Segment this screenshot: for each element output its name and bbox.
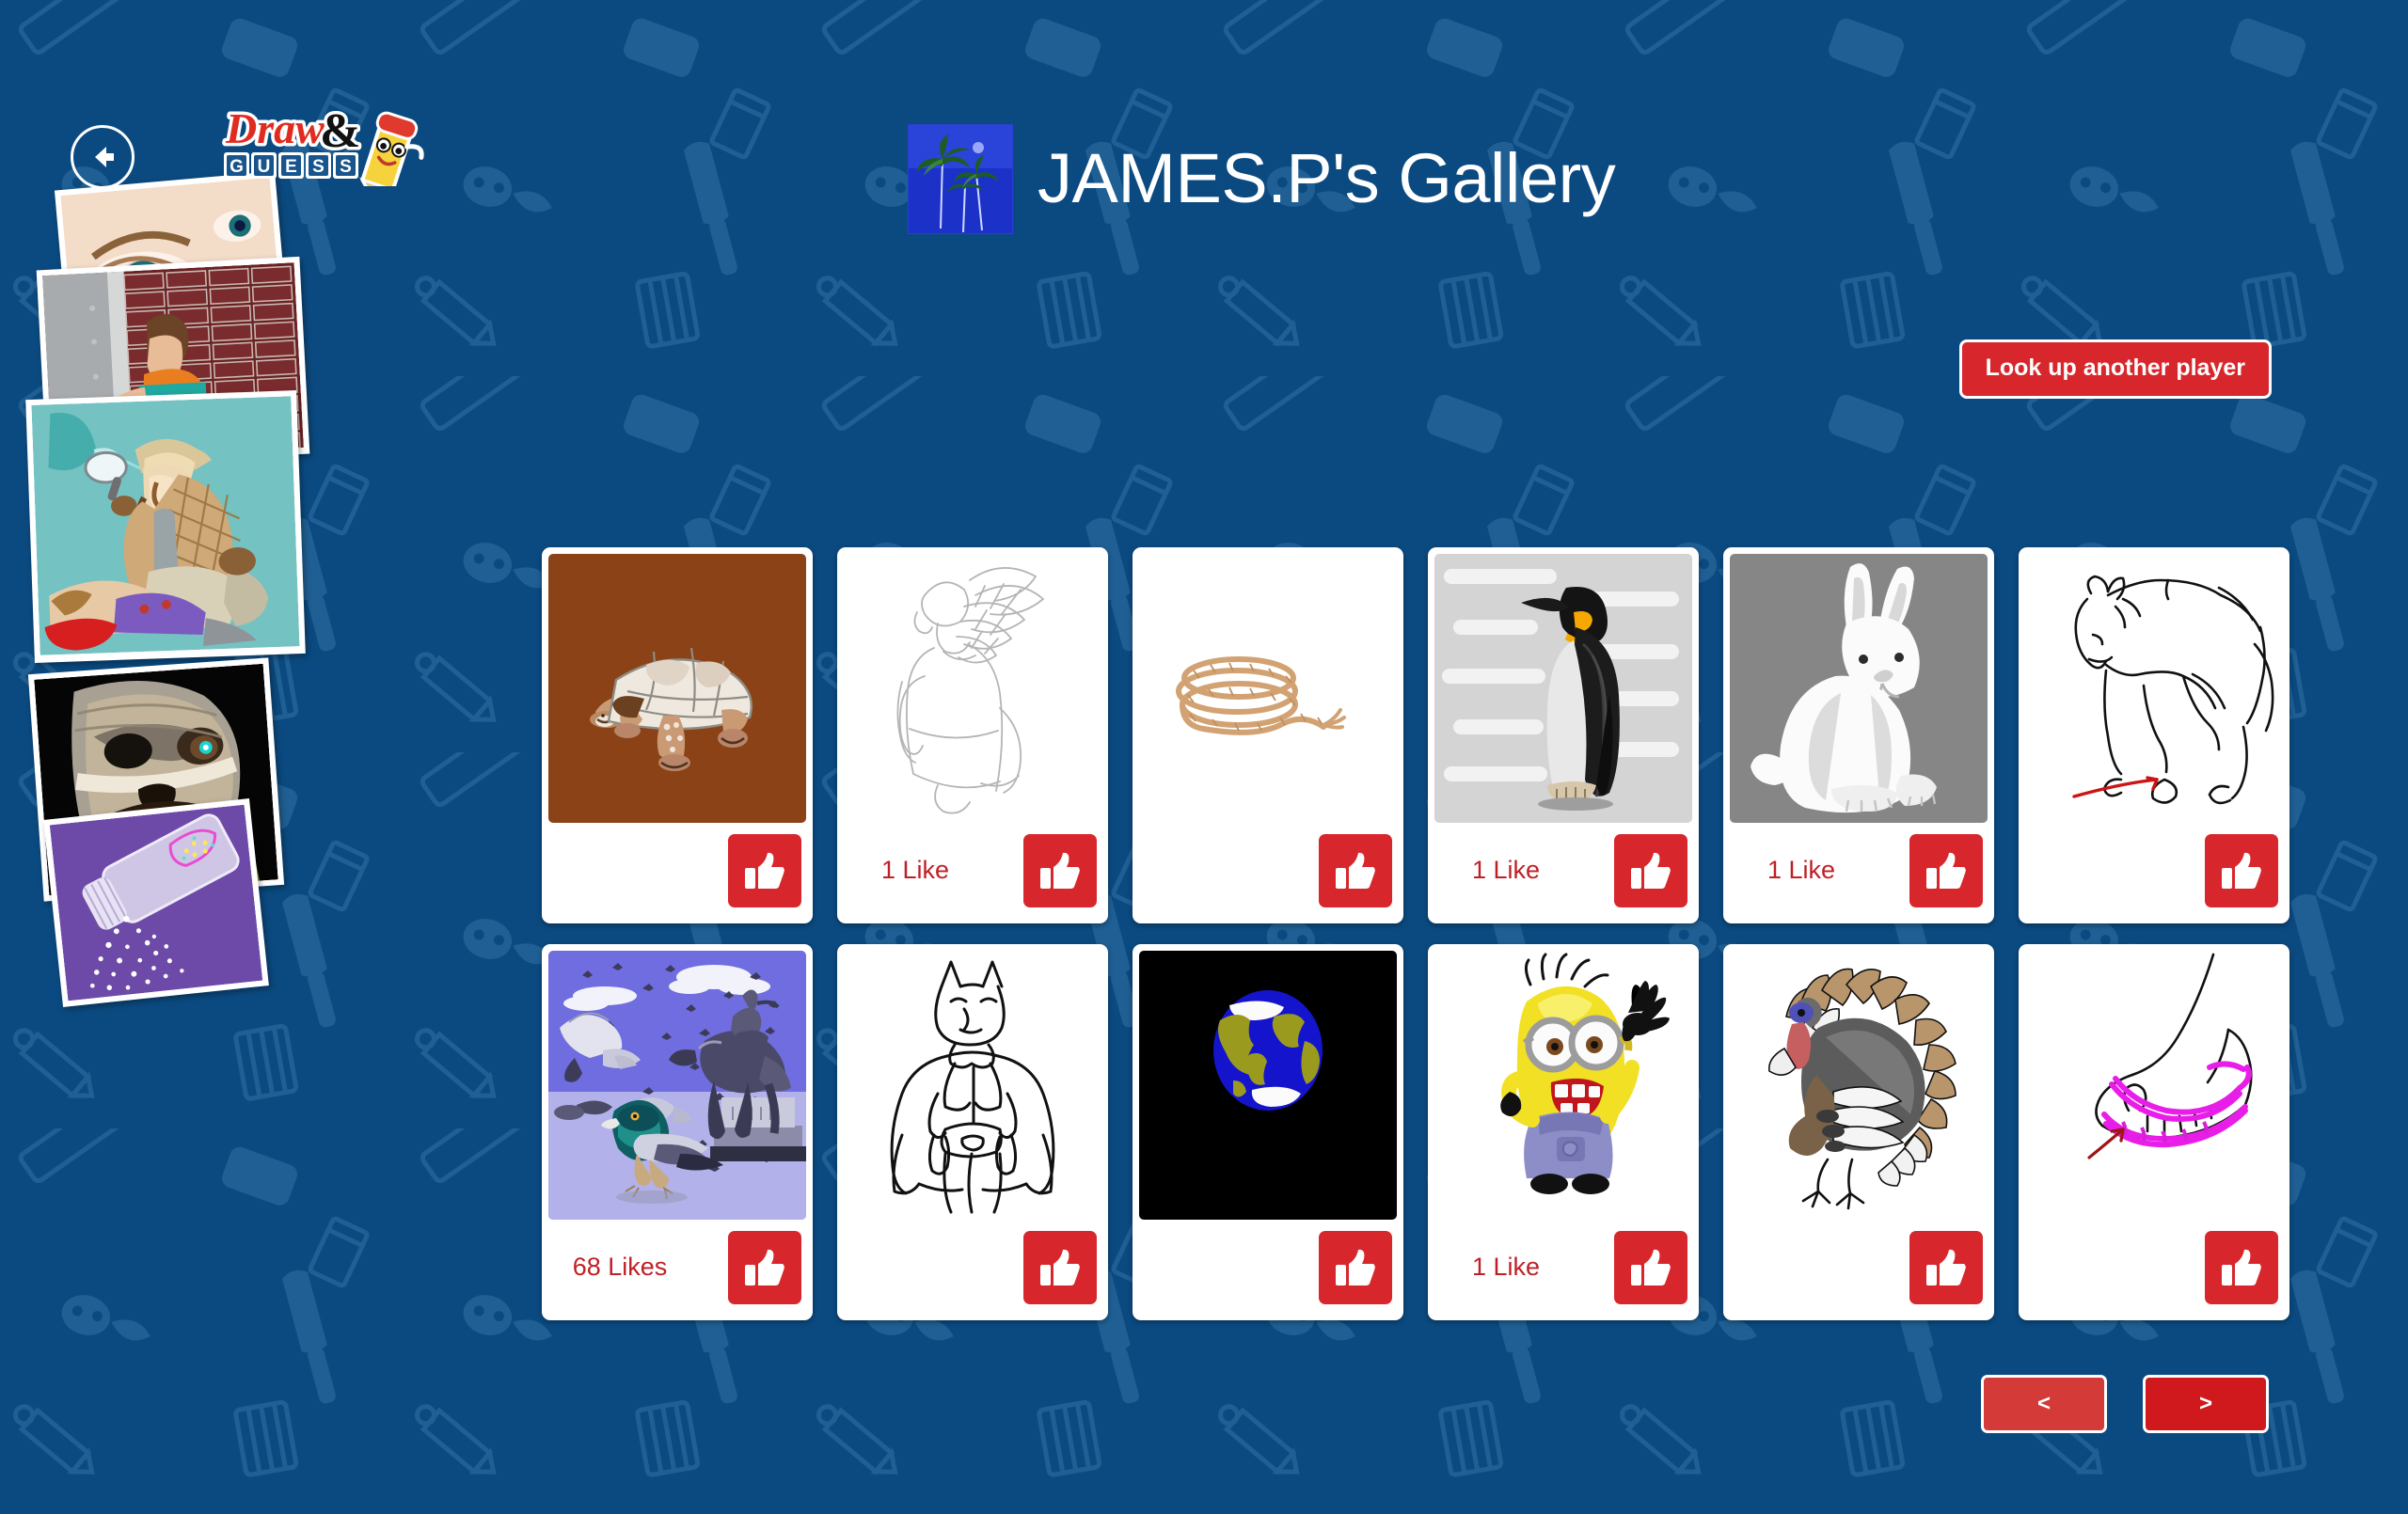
like-button[interactable] bbox=[2205, 833, 2278, 907]
thumbs-up-icon bbox=[745, 852, 784, 889]
card-footer bbox=[542, 823, 813, 923]
drawing-image-pigeons bbox=[548, 951, 806, 1220]
drawing-image-rabbit bbox=[1730, 554, 1988, 823]
pagination-controls: < > bbox=[1981, 1375, 2269, 1433]
card-footer bbox=[1723, 1220, 1994, 1320]
drawing-card-horse[interactable] bbox=[2019, 547, 2289, 923]
player-avatar bbox=[908, 123, 1013, 234]
drawing-card-pigeons[interactable]: 68 Likes bbox=[542, 944, 813, 1320]
drawing-image-tortoise bbox=[548, 554, 806, 823]
thumbs-up-icon bbox=[2222, 1249, 2261, 1285]
like-button[interactable] bbox=[728, 833, 801, 907]
drawing-card-flip-flop[interactable] bbox=[2019, 944, 2289, 1320]
artwork-detective-crime-scene bbox=[25, 390, 306, 663]
svg-text:S: S bbox=[340, 157, 352, 177]
svg-text:S: S bbox=[312, 157, 325, 177]
drawing-image-penguin bbox=[1434, 554, 1692, 823]
look-up-another-player-button[interactable]: Look up another player bbox=[1958, 339, 2272, 399]
card-footer: 1 Like bbox=[1428, 823, 1699, 923]
drawing-image-earth bbox=[1139, 951, 1397, 1220]
like-button[interactable] bbox=[1023, 1230, 1097, 1304]
like-button[interactable] bbox=[1909, 833, 1983, 907]
artwork-baby-powder bbox=[43, 798, 269, 1007]
like-count: 1 Like bbox=[880, 856, 950, 884]
thumbs-up-icon bbox=[1926, 852, 1966, 889]
card-footer bbox=[2019, 823, 2289, 923]
drawing-image-horse bbox=[2025, 554, 2283, 823]
svg-text:G: G bbox=[230, 157, 244, 177]
like-count: 1 Like bbox=[1471, 1253, 1541, 1281]
like-button[interactable] bbox=[1319, 1230, 1392, 1304]
drawing-image-flip-flop bbox=[2025, 951, 2283, 1220]
like-button[interactable] bbox=[1909, 1230, 1983, 1304]
drawing-image-angel bbox=[844, 554, 1101, 823]
drawing-card-penguin[interactable]: 1 Like bbox=[1428, 547, 1699, 923]
card-footer bbox=[837, 1220, 1108, 1320]
drawing-card-batman[interactable] bbox=[837, 944, 1108, 1320]
thumbs-up-icon bbox=[2222, 852, 2261, 889]
drawing-card-rope[interactable] bbox=[1133, 547, 1403, 923]
card-footer: 1 Like bbox=[1428, 1220, 1699, 1320]
drawing-card-turkey[interactable] bbox=[1723, 944, 1994, 1320]
thumbs-up-icon bbox=[1631, 1249, 1671, 1285]
back-button[interactable] bbox=[71, 125, 135, 189]
card-footer: 68 Likes bbox=[542, 1220, 813, 1320]
svg-text:E: E bbox=[285, 157, 297, 177]
palm-trees-avatar-image bbox=[909, 124, 1012, 233]
like-button[interactable] bbox=[2205, 1230, 2278, 1304]
like-button[interactable] bbox=[1319, 833, 1392, 907]
brand-logo: Draw Draw & & G U E S S bbox=[218, 102, 472, 203]
drawing-card-rabbit[interactable]: 1 Like bbox=[1723, 547, 1994, 923]
card-footer: 1 Like bbox=[1723, 823, 1994, 923]
like-count: 1 Like bbox=[1766, 856, 1836, 884]
drawing-image-rope bbox=[1139, 554, 1397, 823]
gallery-grid: 1 Like 1 Like 1 Like 68 Likes 1 Like bbox=[542, 547, 2289, 1320]
next-page-button[interactable]: > bbox=[2143, 1375, 2269, 1433]
draw-and-guess-logo-icon: Draw Draw & & G U E S S bbox=[222, 102, 424, 203]
featured-artwork-stack bbox=[0, 171, 489, 1514]
page-title: JAMES.P's Gallery bbox=[1038, 139, 1616, 217]
svg-text:U: U bbox=[258, 157, 271, 177]
previous-page-button[interactable]: < bbox=[1981, 1375, 2107, 1433]
thumbs-up-icon bbox=[1926, 1249, 1966, 1285]
card-footer bbox=[2019, 1220, 2289, 1320]
drawing-image-minion bbox=[1434, 951, 1692, 1220]
drawing-card-angel[interactable]: 1 Like bbox=[837, 547, 1108, 923]
drawing-card-tortoise[interactable] bbox=[542, 547, 813, 923]
like-button[interactable] bbox=[728, 1230, 801, 1304]
back-arrow-icon bbox=[95, 147, 114, 167]
card-footer bbox=[1133, 1220, 1403, 1320]
like-button[interactable] bbox=[1023, 833, 1097, 907]
svg-text:&: & bbox=[320, 104, 360, 158]
like-count: 1 Like bbox=[1471, 856, 1541, 884]
svg-text:Draw: Draw bbox=[225, 104, 325, 152]
drawing-card-minion[interactable]: 1 Like bbox=[1428, 944, 1699, 1320]
thumbs-up-icon bbox=[1631, 852, 1671, 889]
thumbs-up-icon bbox=[1336, 1249, 1375, 1285]
drawing-image-batman bbox=[844, 951, 1101, 1220]
drawing-image-turkey bbox=[1730, 951, 1988, 1220]
like-count: 68 Likes bbox=[572, 1253, 668, 1281]
like-button[interactable] bbox=[1614, 833, 1687, 907]
thumbs-up-icon bbox=[1040, 852, 1080, 889]
gallery-header: JAMES.P's Gallery bbox=[908, 122, 1616, 235]
like-button[interactable] bbox=[1614, 1230, 1687, 1304]
drawing-card-earth[interactable] bbox=[1133, 944, 1403, 1320]
thumbs-up-icon bbox=[1040, 1249, 1080, 1285]
card-footer: 1 Like bbox=[837, 823, 1108, 923]
card-footer bbox=[1133, 823, 1403, 923]
thumbs-up-icon bbox=[745, 1249, 784, 1285]
thumbs-up-icon bbox=[1336, 852, 1375, 889]
